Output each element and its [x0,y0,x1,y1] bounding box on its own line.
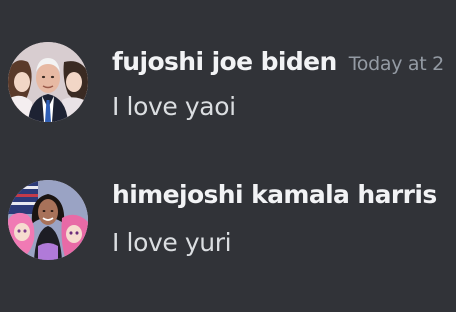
username[interactable]: fujoshi joe biden [112,47,337,76]
timestamp: Today at 2 [348,53,445,75]
avatar-harris-anime-icon [8,180,88,260]
message-header: fujoshi joe biden Today at 2 [112,47,444,83]
user-avatar[interactable] [8,42,88,122]
user-avatar[interactable] [8,180,88,260]
chat-message-list: fujoshi joe biden Today at 2 I love yaoi [0,0,456,312]
chat-message: fujoshi joe biden Today at 2 I love yaoi [0,22,456,132]
message-content: I love yuri [112,228,232,257]
message-content: I love yaoi [112,92,236,121]
username[interactable]: himejoshi kamala harris [112,180,437,209]
message-header: himejoshi kamala harris [112,180,437,216]
chat-message: himejoshi kamala harris I love yuri [0,166,456,276]
avatar-biden-anime-icon [8,42,88,122]
